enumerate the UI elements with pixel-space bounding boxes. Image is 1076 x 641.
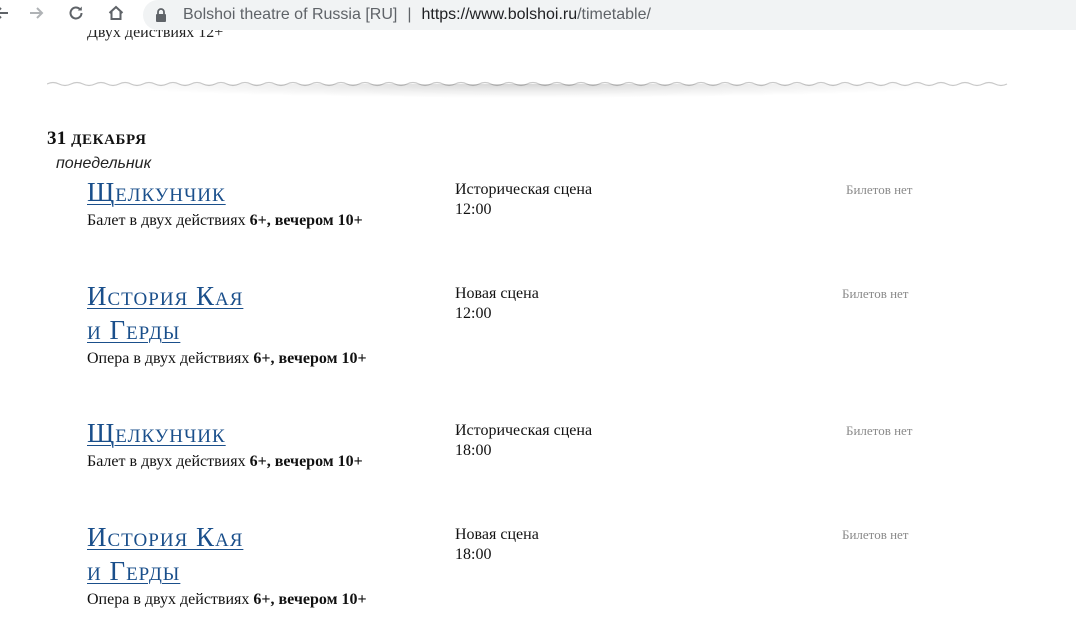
event-genre: Балет в двух действиях [87, 453, 250, 470]
reload-button[interactable] [64, 3, 88, 27]
event-age-rating: 6+, вечером 10+ [253, 591, 367, 608]
event-tickets-status: Билетов нет [846, 182, 913, 197]
event-venue-block: Историческая сцена 18:00 [455, 421, 592, 461]
event-description: Балет в двух действиях 6+, вечером 10+ [87, 452, 407, 472]
event-title-line: и Герды [87, 315, 181, 345]
event-row: Щелкунчик Балет в двух действиях 6+, веч… [87, 175, 987, 231]
weekday-label: понедельник [56, 155, 152, 172]
address-bar[interactable]: Bolshoi theatre of Russia [RU] | https:/… [143, 0, 1076, 30]
event-venue-block: Новая сцена 12:00 [455, 284, 539, 324]
event-title-line: Щелкунчик [87, 177, 226, 207]
date-day: 31 [47, 128, 67, 149]
event-tickets-status: Билетов нет [846, 423, 913, 438]
event-title-link[interactable]: Щелкунчик [87, 175, 407, 209]
lock-icon [155, 7, 169, 23]
event-description: Опера в двух действиях 6+, вечером 10+ [87, 590, 407, 610]
home-icon [107, 4, 125, 27]
address-separator: | [407, 6, 412, 23]
browser-toolbar: Bolshoi theatre of Russia [RU] | https:/… [0, 0, 1076, 30]
event-genre: Опера в двух действиях [87, 591, 254, 608]
event-genre: Опера в двух действиях [87, 350, 254, 367]
home-button[interactable] [104, 3, 128, 27]
site-identity: Bolshoi theatre of Russia [RU] [183, 6, 398, 23]
forward-button[interactable] [24, 3, 48, 27]
event-tickets-status: Билетов нет [842, 286, 909, 301]
url-path: /timetable/ [577, 6, 651, 23]
event-age-rating: 6+, вечером 10+ [249, 453, 363, 470]
event-row: Щелкунчик Балет в двух действиях 6+, веч… [87, 416, 987, 472]
event-venue: Новая сцена [455, 285, 539, 302]
back-arrow-icon [0, 5, 10, 26]
divider-shadow [87, 84, 969, 98]
event-title-link[interactable]: Щелкунчик [87, 416, 407, 450]
event-description: Балет в двух действиях 6+, вечером 10+ [87, 211, 407, 231]
event-time: 18:00 [455, 442, 492, 459]
event-description: Опера в двух действиях 6+, вечером 10+ [87, 349, 407, 369]
event-title-link[interactable]: История Кая и Герды [87, 279, 407, 347]
reload-icon [67, 4, 85, 27]
event-genre: Балет в двух действиях [87, 212, 250, 229]
event-title-line: Щелкунчик [87, 418, 226, 448]
event-row: История Кая и Герды Опера в двух действи… [87, 520, 987, 610]
event-venue-block: Новая сцена 18:00 [455, 525, 539, 565]
event-venue: Историческая сцена [455, 181, 593, 198]
event-time: 12:00 [455, 305, 492, 322]
event-age-rating: 6+, вечером 10+ [249, 212, 363, 229]
event-title-line: История Кая [87, 522, 244, 552]
event-tickets-status: Билетов нет [842, 527, 909, 542]
event-age-rating: 6+, вечером 10+ [253, 350, 367, 367]
event-venue-block: Историческая сцена 12:00 [455, 180, 592, 220]
event-venue: Историческая сцена [455, 422, 593, 439]
event-title-line: История Кая [87, 281, 244, 311]
back-button[interactable] [0, 3, 14, 27]
event-row: История Кая и Герды Опера в двух действи… [87, 279, 987, 369]
forward-arrow-icon [28, 5, 44, 26]
event-title-link[interactable]: История Кая и Герды [87, 520, 407, 588]
section-divider [47, 80, 1009, 108]
date-month: ДЕКАБРЯ [71, 132, 147, 148]
date-heading: 31 ДЕКАБРЯ [47, 128, 147, 150]
event-venue: Новая сцена [455, 526, 539, 543]
event-title-line: и Герды [87, 556, 181, 586]
url-host: https://www.bolshoi.ru [421, 6, 578, 23]
event-time: 18:00 [455, 546, 492, 563]
event-time: 12:00 [455, 201, 492, 218]
